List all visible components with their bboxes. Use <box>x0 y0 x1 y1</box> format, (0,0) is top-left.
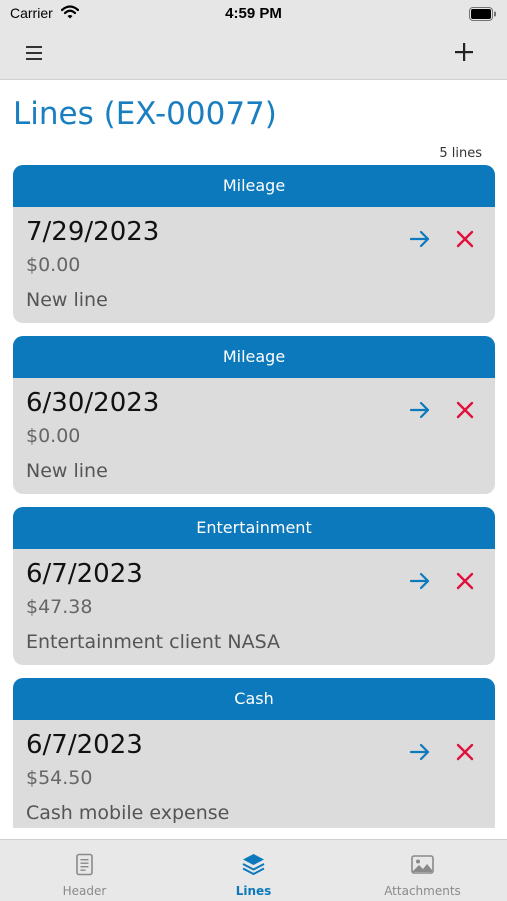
line-category: Mileage <box>13 336 495 378</box>
close-x-icon <box>456 401 474 419</box>
status-bar: Carrier 4:59 PM <box>0 0 507 28</box>
line-description: Entertainment client NASA <box>26 631 280 653</box>
line-card[interactable]: Cash 6/7/2023 $54.50 Cash mobile expense <box>13 678 495 828</box>
line-date: 6/7/2023 <box>26 730 143 760</box>
tab-header[interactable]: Header <box>0 840 169 901</box>
line-description: New line <box>26 460 108 482</box>
line-amount: $0.00 <box>26 425 81 447</box>
tab-label: Lines <box>235 884 272 898</box>
line-date: 7/29/2023 <box>26 217 160 247</box>
line-category: Entertainment <box>13 507 495 549</box>
tab-attachments[interactable]: Attachments <box>338 840 507 901</box>
arrow-right-icon <box>409 401 430 419</box>
tab-lines[interactable]: Lines <box>169 840 338 901</box>
close-x-icon <box>456 230 474 248</box>
arrow-right-icon <box>409 230 430 248</box>
open-line-button[interactable] <box>409 741 431 763</box>
line-description: Cash mobile expense <box>26 802 230 824</box>
battery-icon <box>469 6 497 25</box>
line-amount: $54.50 <box>26 767 93 789</box>
status-time: 4:59 PM <box>225 5 282 22</box>
open-line-button[interactable] <box>409 228 431 250</box>
tab-label: Header <box>62 884 107 898</box>
close-x-icon <box>456 572 474 590</box>
menu-button[interactable] <box>24 40 52 66</box>
delete-line-button[interactable] <box>455 400 475 420</box>
page-title: Lines (EX-00077) <box>13 96 277 132</box>
line-count: 5 lines <box>439 146 482 161</box>
line-category: Mileage <box>13 165 495 207</box>
navigation-bar <box>0 28 507 80</box>
open-line-button[interactable] <box>409 399 431 421</box>
line-date: 6/7/2023 <box>26 559 143 589</box>
delete-line-button[interactable] <box>455 229 475 249</box>
line-category: Cash <box>13 678 495 720</box>
line-amount: $0.00 <box>26 254 81 276</box>
document-icon <box>76 853 93 876</box>
lines-list: Mileage 7/29/2023 $0.00 New line Mileage… <box>13 165 495 828</box>
line-description: New line <box>26 289 108 311</box>
delete-line-button[interactable] <box>455 742 475 762</box>
tab-bar: Header Lines Attachments <box>0 839 507 901</box>
open-line-button[interactable] <box>409 570 431 592</box>
hamburger-menu-icon <box>26 46 42 60</box>
line-amount: $47.38 <box>26 596 93 618</box>
tab-label: Attachments <box>384 884 461 898</box>
line-card[interactable]: Entertainment 6/7/2023 $47.38 Entertainm… <box>13 507 495 665</box>
layers-icon <box>242 854 265 875</box>
delete-line-button[interactable] <box>455 571 475 591</box>
line-card[interactable]: Mileage 7/29/2023 $0.00 New line <box>13 165 495 323</box>
arrow-right-icon <box>409 572 430 590</box>
plus-icon <box>455 43 473 61</box>
add-line-button[interactable] <box>451 38 477 66</box>
arrow-right-icon <box>409 743 430 761</box>
line-card[interactable]: Mileage 6/30/2023 $0.00 New line <box>13 336 495 494</box>
image-icon <box>411 855 434 874</box>
close-x-icon <box>456 743 474 761</box>
line-date: 6/30/2023 <box>26 388 160 418</box>
